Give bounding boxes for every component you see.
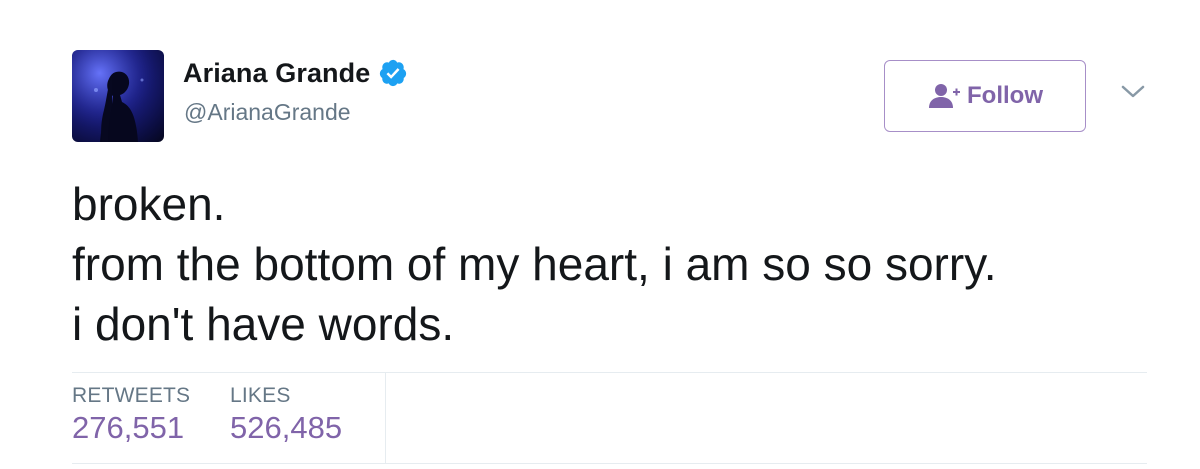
stats-divider: [72, 372, 1147, 373]
verified-badge-icon: [380, 59, 407, 87]
retweets-label: RETWEETS: [72, 384, 191, 407]
avatar[interactable]: [72, 50, 164, 142]
follow-button[interactable]: Follow: [884, 60, 1086, 132]
tweet-card: Ariana Grande @ArianaGrande Follow broke…: [0, 0, 1200, 469]
likes-stat[interactable]: LIKES 526,485: [230, 384, 342, 446]
follow-label: Follow: [967, 82, 1043, 109]
likes-count: 526,485: [230, 410, 343, 445]
chevron-down-icon[interactable]: [1120, 82, 1146, 102]
stats-separator: [385, 373, 386, 463]
tweet-line: broken.: [72, 178, 226, 230]
retweets-count: 276,551: [72, 410, 185, 445]
avatar-photo: [72, 50, 164, 142]
name-row: Ariana Grande: [183, 56, 408, 90]
tweet-text: broken. from the bottom of my heart, i am…: [72, 174, 997, 354]
tweet-line: i don't have words.: [72, 298, 455, 350]
display-name[interactable]: Ariana Grande: [183, 58, 370, 89]
add-user-icon: [929, 84, 960, 108]
tweet-line: from the bottom of my heart, i am so so …: [72, 238, 997, 290]
stats-divider: [72, 463, 1147, 464]
likes-label: LIKES: [230, 384, 291, 407]
user-handle[interactable]: @ArianaGrande: [184, 99, 351, 126]
retweets-stat[interactable]: RETWEETS 276,551: [72, 384, 190, 446]
